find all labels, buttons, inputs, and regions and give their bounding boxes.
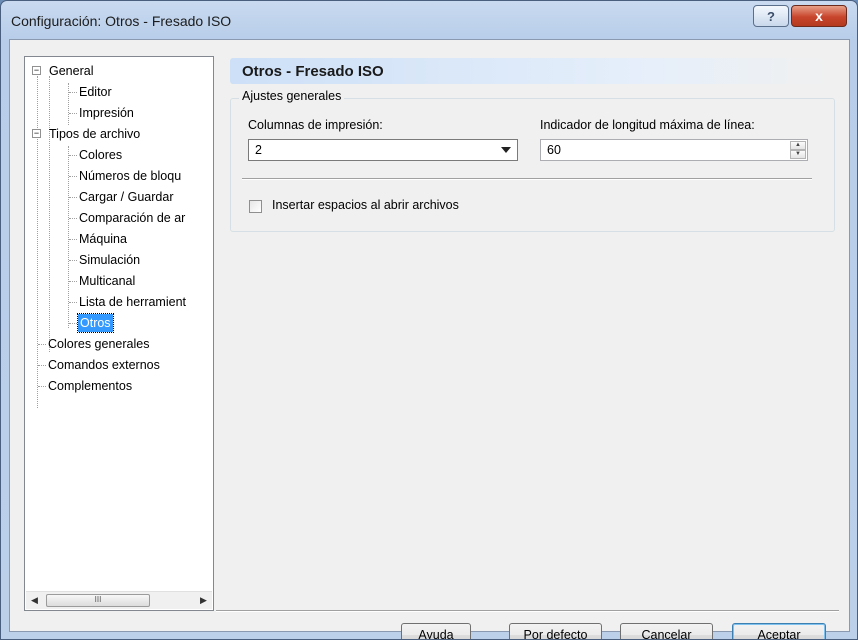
max-line-length-label: Indicador de longitud máxima de línea: xyxy=(540,118,755,132)
close-icon[interactable]: x xyxy=(791,5,847,27)
tree-connector xyxy=(69,113,77,114)
collapse-icon[interactable]: − xyxy=(32,129,41,138)
footer-divider xyxy=(216,610,839,612)
tree-connector xyxy=(69,323,77,324)
tree-connector xyxy=(69,281,77,282)
max-line-length-spinner[interactable]: 60 ▲ ▼ xyxy=(540,139,808,161)
tree-connector xyxy=(69,176,77,177)
tree-item-label: Complementos xyxy=(48,379,133,393)
window-title: Configuración: Otros - Fresado ISO xyxy=(11,13,232,29)
tree-connector xyxy=(68,146,69,328)
settings-tree[interactable]: − General Editor Impresión − Tipos de ar… xyxy=(24,56,214,611)
tree-connector xyxy=(68,83,69,125)
help-icon[interactable]: ? xyxy=(753,5,789,27)
tree-item-label: Números de bloqu xyxy=(79,169,182,183)
accept-button[interactable]: Aceptar xyxy=(732,623,826,639)
scroll-left-icon[interactable]: ◀ xyxy=(26,592,43,609)
tree-item-label: Impresión xyxy=(79,106,134,120)
spin-up-icon[interactable]: ▲ xyxy=(790,141,806,150)
tree-item-label: Editor xyxy=(79,85,112,99)
group-label: Ajustes generales xyxy=(239,89,345,103)
tree-item-label: General xyxy=(49,64,94,78)
max-line-length-value: 60 xyxy=(547,143,561,157)
panel-title: Otros - Fresado ISO xyxy=(242,63,384,80)
tree-horizontal-scrollbar[interactable]: ◀ III ▶ xyxy=(26,591,212,609)
defaults-button[interactable]: Por defecto xyxy=(509,623,602,639)
group-divider xyxy=(242,178,812,180)
tree-item-label: Cargar / Guardar xyxy=(79,190,174,204)
title-bar[interactable]: Configuración: Otros - Fresado ISO ? x xyxy=(1,1,857,39)
dialog-body: − General Editor Impresión − Tipos de ar… xyxy=(9,39,850,639)
cancel-button[interactable]: Cancelar xyxy=(620,623,713,639)
tree-connector xyxy=(69,218,77,219)
tree-connector xyxy=(38,386,46,387)
tree-item-label: Lista de herramient xyxy=(79,295,187,309)
print-columns-value: 2 xyxy=(255,143,262,157)
help-button[interactable]: Ayuda xyxy=(401,623,471,639)
tree-item-label: Máquina xyxy=(79,232,127,246)
insert-spaces-checkbox[interactable] xyxy=(249,200,262,213)
tree-connector xyxy=(38,365,46,366)
tree-item-label: Comparación de ar xyxy=(79,211,186,225)
panel-header: Otros - Fresado ISO xyxy=(230,58,833,84)
settings-dialog: Configuración: Otros - Fresado ISO ? x −… xyxy=(0,0,858,640)
insert-spaces-label[interactable]: Insertar espacios al abrir archivos xyxy=(272,198,459,212)
tree-item-label: Multicanal xyxy=(79,274,136,288)
tree-item-label-selected: Otros xyxy=(77,313,114,333)
scroll-right-icon[interactable]: ▶ xyxy=(195,592,212,609)
tree-connector xyxy=(69,260,77,261)
tree-connector xyxy=(69,239,77,240)
tree-connector xyxy=(69,92,77,93)
collapse-icon[interactable]: − xyxy=(32,66,41,75)
spinner-buttons: ▲ ▼ xyxy=(790,141,806,159)
tree-connector xyxy=(69,155,77,156)
tree-item-label: Tipos de archivo xyxy=(49,127,141,141)
tree-connector xyxy=(69,197,77,198)
spin-down-icon[interactable]: ▼ xyxy=(790,150,806,159)
print-columns-select[interactable]: 2 xyxy=(248,139,518,161)
tree-item-label: Simulación xyxy=(79,253,141,267)
tree-item-label: Colores generales xyxy=(48,337,150,351)
tree-item-label: Comandos externos xyxy=(48,358,160,372)
chevron-down-icon[interactable] xyxy=(501,147,511,153)
tree-connector xyxy=(38,344,46,345)
tree-connector xyxy=(37,76,38,408)
print-columns-label: Columnas de impresión: xyxy=(248,118,383,132)
tree-item-label: Colores xyxy=(79,148,123,162)
scrollbar-thumb[interactable]: III xyxy=(46,594,150,607)
tree-connector xyxy=(69,302,77,303)
tree-connector xyxy=(49,76,50,352)
